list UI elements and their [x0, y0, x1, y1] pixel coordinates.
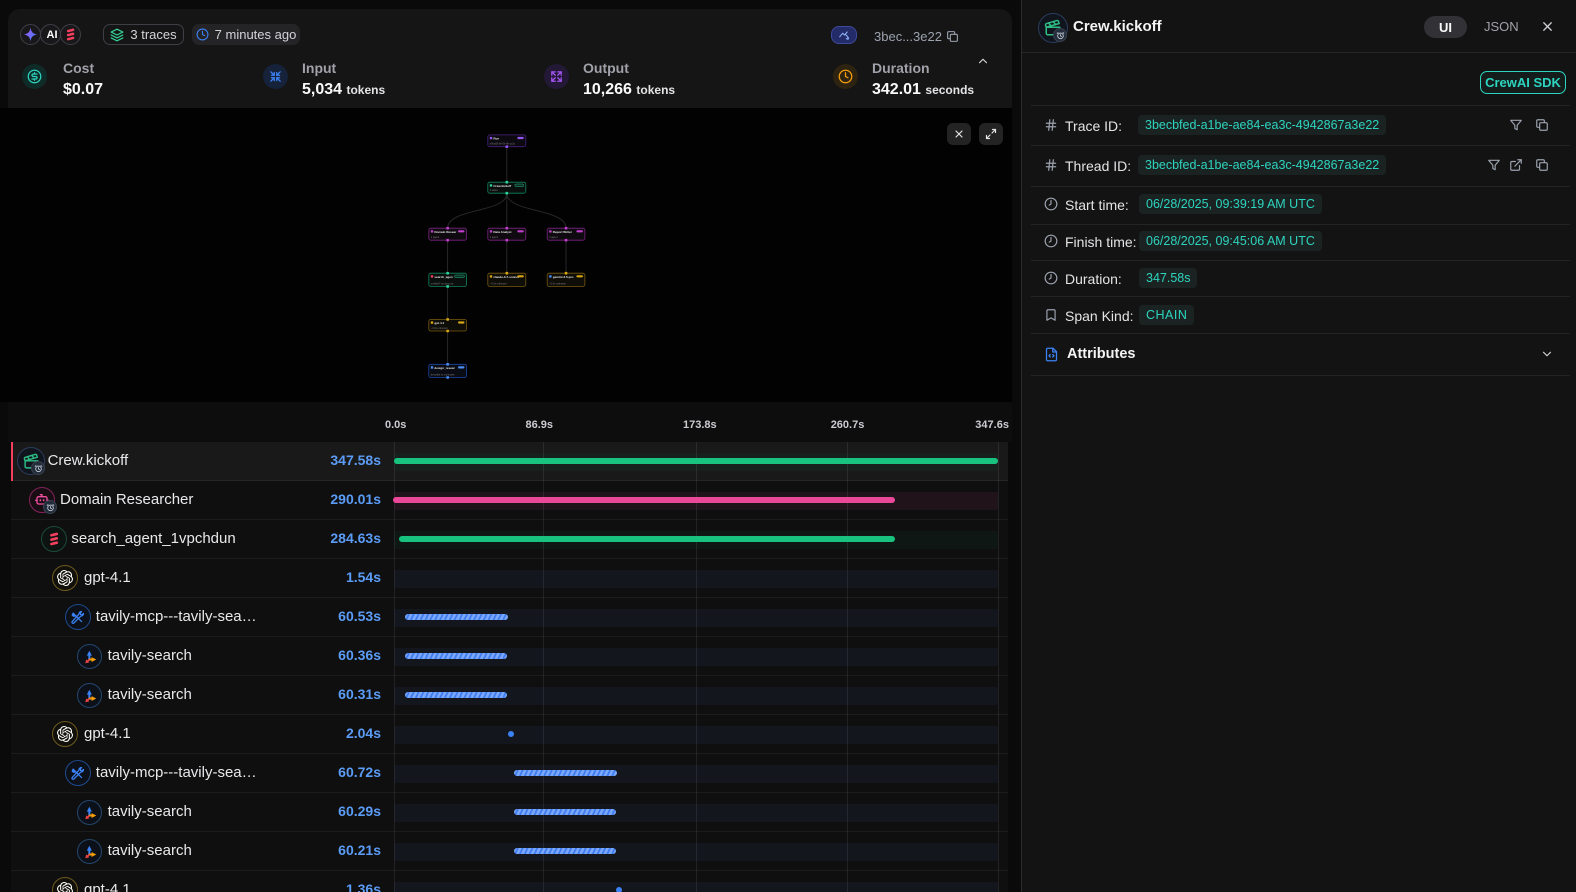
svg-text:Report Writer: Report Writer [553, 230, 573, 234]
svg-text:gemini-2.5-pro: gemini-2.5-pro [553, 275, 574, 279]
svg-text:1 agent: 1 agent [549, 236, 558, 239]
svg-text:Data Analyst: Data Analyst [493, 230, 511, 234]
svg-text:3 tasks: 3 tasks [490, 189, 499, 192]
svg-text:Domain Resear: Domain Resear [434, 230, 457, 234]
svg-text:e0ba55-bb-0b-4b-cc3c: e0ba55-bb-0b-4b-cc3c [490, 143, 516, 146]
svg-text:1 agent: 1 agent [490, 236, 499, 239]
svg-text:untitled? no descr pr: untitled? no descr pr [431, 282, 454, 285]
svg-text:claude-3.7-sonnet: claude-3.7-sonnet [493, 275, 519, 279]
svg-text:Crew.kickoff: Crew.kickoff [493, 184, 511, 188]
svg-text:~0.0s unknown: ~0.0s unknown [549, 282, 566, 285]
svg-text:describe to summariz: describe to summariz [431, 374, 456, 377]
svg-text:Run: Run [493, 137, 499, 141]
svg-text:~0.0s unknown: ~0.0s unknown [490, 282, 507, 285]
svg-text:1 agent: 1 agent [431, 236, 440, 239]
svg-text:design_resear: design_resear [434, 366, 455, 370]
svg-text:~0.0s unknown: ~0.0s unknown [431, 327, 448, 330]
svg-text:search_agen: search_agen [434, 275, 453, 279]
svg-text:gpt-4.1: gpt-4.1 [434, 321, 444, 325]
